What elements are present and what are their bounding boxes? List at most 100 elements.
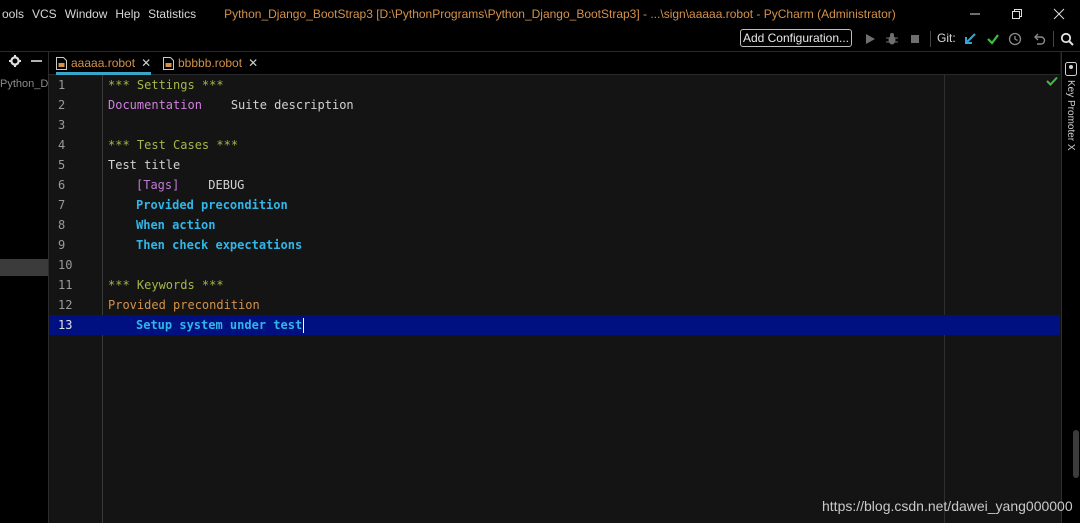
arrow-down-left-icon — [965, 33, 976, 44]
git-history-button[interactable] — [1007, 31, 1023, 47]
code-line[interactable]: 10 — [49, 255, 1060, 275]
setting-value: Suite description — [230, 98, 354, 112]
keyword-call: When action — [136, 218, 216, 232]
window-controls — [954, 0, 1080, 27]
line-number: 2 — [58, 98, 66, 112]
git-label: Git: — [937, 31, 956, 45]
git-rollback-button[interactable] — [1031, 31, 1047, 47]
section-header: *** Settings *** — [108, 78, 224, 92]
code-line[interactable]: 5 Test title — [49, 155, 1060, 175]
code-line[interactable]: 7 Provided precondition — [49, 195, 1060, 215]
close-tab-icon[interactable]: ✕ — [141, 56, 151, 70]
add-configuration-button[interactable]: Add Configuration... — [740, 29, 852, 47]
keyword-definition: Provided precondition — [108, 298, 260, 312]
section-header: *** Test Cases *** — [108, 138, 239, 152]
search-icon — [1060, 32, 1074, 46]
restore-icon — [1012, 8, 1022, 19]
line-number: 4 — [58, 138, 66, 152]
close-tab-icon[interactable]: ✕ — [248, 56, 258, 70]
code-line[interactable]: 3 — [49, 115, 1060, 135]
code-line[interactable]: 2 Documentation Suite description — [49, 95, 1060, 115]
key-promoter-tool-window[interactable]: Key Promoter X — [1065, 80, 1076, 151]
clock-icon — [1008, 32, 1022, 46]
undo-icon — [1034, 33, 1046, 45]
minimize-icon — [970, 13, 980, 14]
keyword-call: Then check expectations — [136, 238, 303, 252]
watermark-text: https://blog.csdn.net/dawei_yang000000 — [822, 498, 1073, 514]
line-number: 11 — [58, 278, 73, 292]
line-number: 1 — [58, 78, 66, 92]
restore-button[interactable] — [996, 0, 1038, 27]
code-text: Setup system under test — [108, 315, 305, 335]
robot-file-icon — [56, 56, 67, 70]
code-line[interactable]: 6 [Tags] DEBUG — [49, 175, 1060, 195]
project-selected-row[interactable] — [0, 259, 48, 276]
code-text: Documentation Suite description — [108, 95, 354, 115]
project-panel-header — [0, 52, 48, 74]
menu-statistics[interactable]: Statistics — [144, 7, 200, 21]
project-root-item[interactable]: Python_Dja — [0, 78, 48, 90]
checkmark-icon — [987, 34, 999, 45]
code-line[interactable]: 4 *** Test Cases *** — [49, 135, 1060, 155]
close-icon — [1053, 8, 1065, 19]
tab-bbbbb-robot[interactable]: bbbbb.robot ✕ — [163, 52, 258, 74]
window-title: Python_Django_BootStrap3 [D:\PythonProgr… — [224, 6, 896, 21]
key-promoter-icon — [1065, 62, 1077, 76]
line-number: 8 — [58, 218, 66, 232]
tab-aaaaa-robot[interactable]: aaaaa.robot ✕ — [56, 52, 152, 75]
keyword-call: Setup system under test — [136, 318, 303, 332]
line-number: 13 — [58, 318, 73, 332]
code-line[interactable]: 9 Then check expectations — [49, 235, 1060, 255]
project-panel: Python_Dja — [0, 52, 49, 523]
inspection-ok-icon — [1046, 76, 1058, 86]
menu-vcs[interactable]: VCS — [28, 7, 61, 21]
keyword-call: Provided precondition — [136, 198, 288, 212]
line-number: 3 — [58, 118, 66, 132]
current-code-line[interactable]: 13 Setup system under test — [49, 315, 1060, 335]
debug-button[interactable] — [884, 31, 900, 47]
menu-tools[interactable]: ools — [0, 7, 28, 21]
stop-icon — [911, 35, 919, 43]
bug-icon — [886, 33, 898, 45]
code-line[interactable]: 12 Provided precondition — [49, 295, 1060, 315]
stop-button[interactable] — [907, 31, 923, 47]
code-text: [Tags] DEBUG — [108, 175, 244, 195]
text-caret — [303, 318, 305, 333]
section-header: *** Keywords *** — [108, 278, 224, 292]
menu-bar: ools VCS Window Help Statistics Python_D… — [0, 0, 1080, 27]
tab-label: bbbbb.robot — [178, 56, 243, 70]
line-number: 12 — [58, 298, 73, 312]
gear-icon — [9, 55, 21, 67]
git-commit-button[interactable] — [985, 31, 1001, 47]
tags-setting: [Tags] — [136, 178, 180, 192]
robot-file-icon — [163, 56, 174, 70]
code-line[interactable]: 11 *** Keywords *** — [49, 275, 1060, 295]
editor-scrollbar[interactable] — [1073, 430, 1079, 478]
search-everywhere-button[interactable] — [1059, 31, 1075, 47]
tag-value: DEBUG — [208, 178, 245, 192]
hide-panel-button[interactable] — [31, 54, 42, 72]
toolbar-separator — [930, 31, 931, 47]
toolbar-separator — [1053, 31, 1054, 47]
minimize-icon — [31, 60, 42, 62]
run-button[interactable] — [862, 31, 878, 47]
test-case-name: Test title — [108, 158, 181, 172]
line-number: 9 — [58, 238, 66, 252]
close-window-button[interactable] — [1038, 0, 1080, 27]
git-update-button[interactable] — [962, 31, 978, 47]
minimize-button[interactable] — [954, 0, 996, 27]
project-settings-button[interactable] — [9, 54, 21, 72]
line-number: 5 — [58, 158, 66, 172]
code-line[interactable]: 1 *** Settings *** — [49, 75, 1060, 95]
run-icon — [866, 34, 875, 44]
main-toolbar: Add Configuration... Git: — [0, 27, 1080, 52]
tab-label: aaaaa.robot — [71, 56, 136, 70]
code-line[interactable]: 8 When action — [49, 215, 1060, 235]
menu-help[interactable]: Help — [111, 7, 144, 21]
editor-tabs: aaaaa.robot ✕ bbbbb.robot ✕ — [49, 52, 1060, 75]
code-editor[interactable]: 1 *** Settings *** 2 Documentation Suite… — [49, 75, 1060, 523]
menu-window[interactable]: Window — [61, 7, 112, 21]
line-number: 10 — [58, 258, 73, 272]
line-number: 7 — [58, 198, 66, 212]
setting-name: Documentation — [108, 98, 202, 112]
